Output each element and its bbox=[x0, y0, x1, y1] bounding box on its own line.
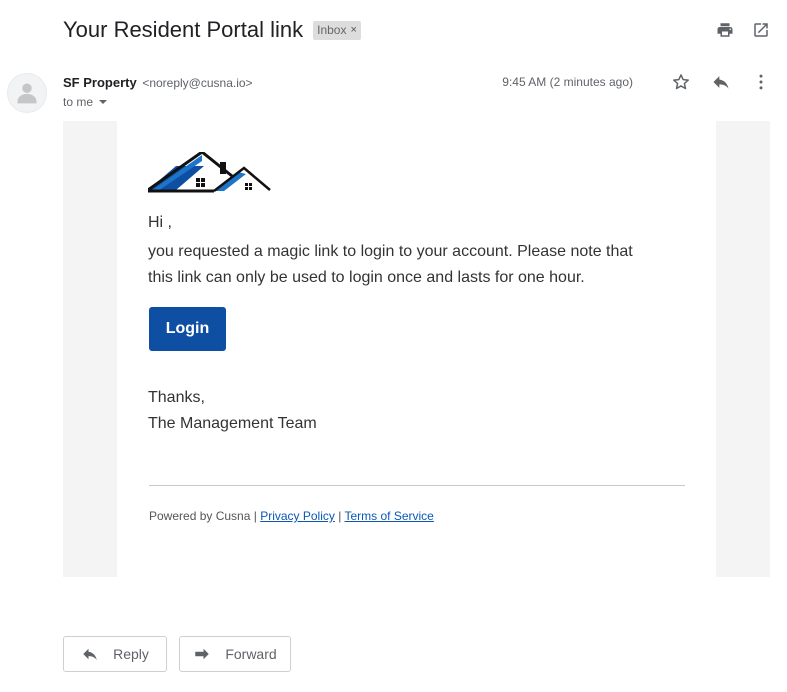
email-container: Hi , you requested a magic link to login… bbox=[63, 121, 770, 577]
footer-separator: | bbox=[338, 509, 342, 523]
open-in-new-window-icon[interactable] bbox=[751, 20, 771, 40]
reply-button[interactable]: Reply bbox=[63, 636, 167, 672]
house-logo-icon bbox=[148, 152, 271, 193]
star-icon[interactable] bbox=[671, 72, 691, 92]
reply-label: Reply bbox=[113, 646, 149, 662]
email-body-line: you requested a magic link to login to y… bbox=[148, 243, 633, 260]
sender-block: SF Property <noreply@cusna.io> to me bbox=[63, 74, 253, 109]
reply-icon[interactable] bbox=[711, 72, 731, 92]
sender-avatar[interactable] bbox=[7, 73, 47, 113]
inbox-label-text: Inbox bbox=[317, 23, 347, 37]
inbox-label: Inbox × bbox=[313, 20, 361, 40]
email-greeting: Hi , bbox=[148, 214, 172, 231]
thread-toolbar bbox=[715, 20, 771, 40]
login-button[interactable]: Login bbox=[149, 307, 226, 351]
email-footer: Powered by Cusna | Privacy Policy | Term… bbox=[149, 509, 434, 523]
subject-row: Your Resident Portal link Inbox × bbox=[63, 17, 361, 43]
thanks-text: Thanks, bbox=[148, 389, 205, 406]
forward-label: Forward bbox=[225, 646, 277, 662]
signature-text: The Management Team bbox=[148, 415, 317, 432]
sender-line: SF Property <noreply@cusna.io> bbox=[63, 74, 253, 92]
email-content: Hi , you requested a magic link to login… bbox=[117, 121, 716, 577]
sender-email: <noreply@cusna.io> bbox=[142, 76, 253, 90]
privacy-policy-link[interactable]: Privacy Policy bbox=[260, 509, 335, 523]
remove-label-icon[interactable]: × bbox=[350, 24, 356, 36]
message-timestamp: 9:45 AM (2 minutes ago) bbox=[502, 75, 633, 89]
forward-button[interactable]: Forward bbox=[179, 636, 291, 672]
recipient-line[interactable]: to me bbox=[63, 95, 253, 109]
reply-icon bbox=[83, 648, 97, 660]
message-meta: 9:45 AM (2 minutes ago) bbox=[502, 72, 771, 92]
email-subject: Your Resident Portal link bbox=[63, 17, 304, 42]
terms-of-service-link[interactable]: Terms of Service bbox=[344, 509, 433, 523]
more-vertical-icon[interactable] bbox=[751, 72, 771, 92]
person-icon bbox=[17, 83, 37, 104]
footer-divider bbox=[149, 485, 685, 486]
chevron-down-icon[interactable] bbox=[99, 100, 108, 104]
print-icon[interactable] bbox=[715, 20, 735, 40]
email-signoff: Thanks, The Management Team bbox=[148, 385, 317, 437]
sender-name[interactable]: SF Property bbox=[63, 75, 137, 90]
email-body: you requested a magic link to login to y… bbox=[148, 239, 668, 291]
footer-separator: | bbox=[253, 509, 257, 523]
forward-icon bbox=[195, 648, 210, 660]
recipient-text: to me bbox=[63, 95, 94, 109]
powered-by-text: Powered by Cusna bbox=[149, 509, 251, 523]
email-body-line: this link can only be used to login once… bbox=[148, 269, 585, 286]
